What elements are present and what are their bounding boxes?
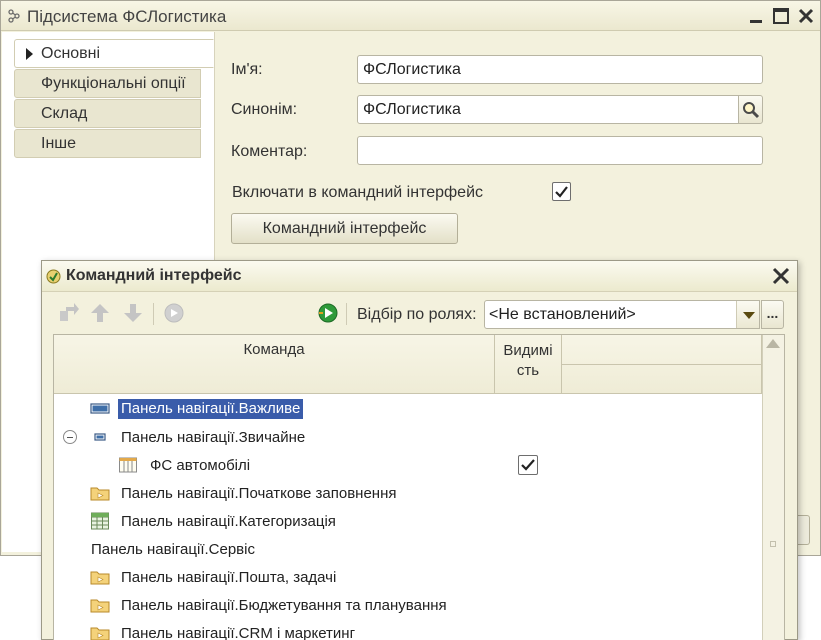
command-interface-dialog: Командний інтерфейс Відбір по ролях: <Не… bbox=[41, 260, 798, 640]
row-label: Панель навігації.Категоризація bbox=[121, 513, 336, 530]
row-label: Панель навігації.Початкове заповнення bbox=[121, 485, 397, 502]
row-label: Панель навігації.CRM і маркетинг bbox=[121, 625, 356, 640]
row-label: Панель навігації.Звичайне bbox=[121, 429, 306, 446]
dialog-title-bar[interactable]: Командний інтерфейс bbox=[42, 261, 797, 292]
subsystem-icon bbox=[8, 9, 20, 23]
grid-table-icon bbox=[91, 512, 109, 530]
synonym-label: Синонім: bbox=[231, 101, 298, 118]
synonym-field[interactable]: ФСЛогистика bbox=[357, 95, 739, 124]
run-icon[interactable] bbox=[316, 301, 340, 325]
comment-label: Коментар: bbox=[231, 143, 308, 160]
minimize-icon[interactable] bbox=[746, 6, 766, 26]
synonym-search-button[interactable] bbox=[738, 95, 763, 124]
arrow-up-icon[interactable] bbox=[88, 301, 112, 325]
table-row[interactable]: Панель навігації.CRM і маркетинг bbox=[54, 619, 762, 640]
row-label: Панель навігації.Сервіс bbox=[91, 541, 255, 558]
tab-label: Основні bbox=[41, 45, 101, 62]
triangle-right-icon bbox=[26, 48, 33, 60]
table-row[interactable]: Панель навігації.Сервіс bbox=[54, 535, 762, 563]
column-visibility[interactable]: Видимі сть bbox=[495, 335, 562, 394]
checkmark-icon bbox=[521, 459, 535, 471]
tab-other[interactable]: Інше bbox=[14, 129, 201, 158]
folder-icon bbox=[90, 487, 110, 501]
column-roles[interactable] bbox=[562, 335, 762, 394]
include-in-interface-checkbox[interactable] bbox=[552, 182, 571, 201]
visibility-checkbox[interactable] bbox=[518, 455, 538, 475]
toolbar-separator bbox=[346, 303, 347, 325]
vertical-scrollbar[interactable] bbox=[762, 335, 784, 640]
folder-icon bbox=[90, 627, 110, 640]
table-row[interactable]: Панель навігації.Початкове заповнення bbox=[54, 479, 762, 507]
close-icon[interactable] bbox=[796, 6, 816, 26]
table-header: Команда Видимі сть bbox=[54, 335, 762, 394]
comment-field[interactable] bbox=[357, 136, 763, 165]
roles-filter-select[interactable]: <Не встановлений> bbox=[484, 300, 760, 329]
search-icon bbox=[743, 102, 760, 119]
column-command[interactable]: Команда bbox=[54, 335, 495, 394]
folder-icon bbox=[90, 571, 110, 585]
row-label: Панель навігації.Важливе bbox=[118, 399, 304, 419]
move-to-icon[interactable] bbox=[56, 301, 80, 325]
folder-icon bbox=[90, 599, 110, 613]
row-label: Панель навігації.Пошта, задачі bbox=[121, 569, 337, 586]
maximize-icon[interactable] bbox=[771, 6, 791, 26]
tab-label: Інше bbox=[41, 135, 77, 152]
button-edge[interactable] bbox=[798, 515, 810, 545]
close-icon[interactable] bbox=[771, 266, 791, 286]
roles-filter-label: Відбір по ролях: bbox=[357, 306, 477, 323]
tab-label: Склад bbox=[41, 105, 88, 122]
tab-label: Функціональні опції bbox=[41, 75, 186, 92]
main-title-bar[interactable]: Підсистема ФСЛогистика bbox=[1, 1, 820, 31]
row-label: Панель навігації.Бюджетування та планува… bbox=[121, 597, 447, 614]
main-window-title: Підсистема ФСЛогистика bbox=[27, 7, 227, 26]
tab-functional-options[interactable]: Функціональні опції bbox=[14, 69, 201, 98]
panel-wide-icon bbox=[90, 403, 110, 414]
chevron-down-icon[interactable] bbox=[736, 301, 759, 328]
scroll-thumb[interactable] bbox=[770, 541, 776, 547]
table-row[interactable]: Панель навігації.Категоризація bbox=[54, 507, 762, 535]
row-label: ФС автомобілі bbox=[150, 457, 251, 474]
roles-filter-more-button[interactable]: ... bbox=[761, 300, 784, 329]
scroll-up-icon[interactable] bbox=[766, 339, 780, 348]
table-row[interactable]: Панель навігації.Важливе bbox=[54, 395, 762, 423]
arrow-down-icon[interactable] bbox=[121, 301, 145, 325]
command-table: Команда Видимі сть Панель навігації.Важл… bbox=[53, 334, 785, 640]
command-interface-button[interactable]: Командний інтерфейс bbox=[231, 213, 458, 244]
refresh-icon[interactable] bbox=[162, 301, 186, 325]
panel-small-icon bbox=[94, 433, 106, 441]
table-row[interactable]: Панель навігації.Бюджетування та планува… bbox=[54, 591, 762, 619]
name-field[interactable]: ФСЛогистика bbox=[357, 55, 763, 84]
checkmark-icon bbox=[555, 186, 568, 198]
dialog-title: Командний інтерфейс bbox=[66, 267, 242, 284]
column-visibility-line2: сть bbox=[516, 362, 540, 379]
collapse-icon[interactable] bbox=[63, 430, 77, 444]
table-row[interactable]: Панель навігації.Пошта, задачі bbox=[54, 563, 762, 591]
tab-content[interactable]: Склад bbox=[14, 99, 201, 128]
tab-main[interactable]: Основні bbox=[14, 39, 214, 68]
toolbar-separator bbox=[153, 303, 154, 325]
column-visibility-line1: Видимі bbox=[503, 342, 553, 359]
table-row[interactable]: ФС автомобілі bbox=[54, 451, 762, 479]
name-label: Ім'я: bbox=[231, 61, 263, 78]
include-in-interface-label: Включати в командний інтерфейс bbox=[232, 184, 484, 201]
table-row[interactable]: Панель навігації.Звичайне bbox=[54, 423, 762, 451]
catalog-icon bbox=[119, 457, 137, 473]
dialog-app-icon bbox=[46, 269, 61, 284]
